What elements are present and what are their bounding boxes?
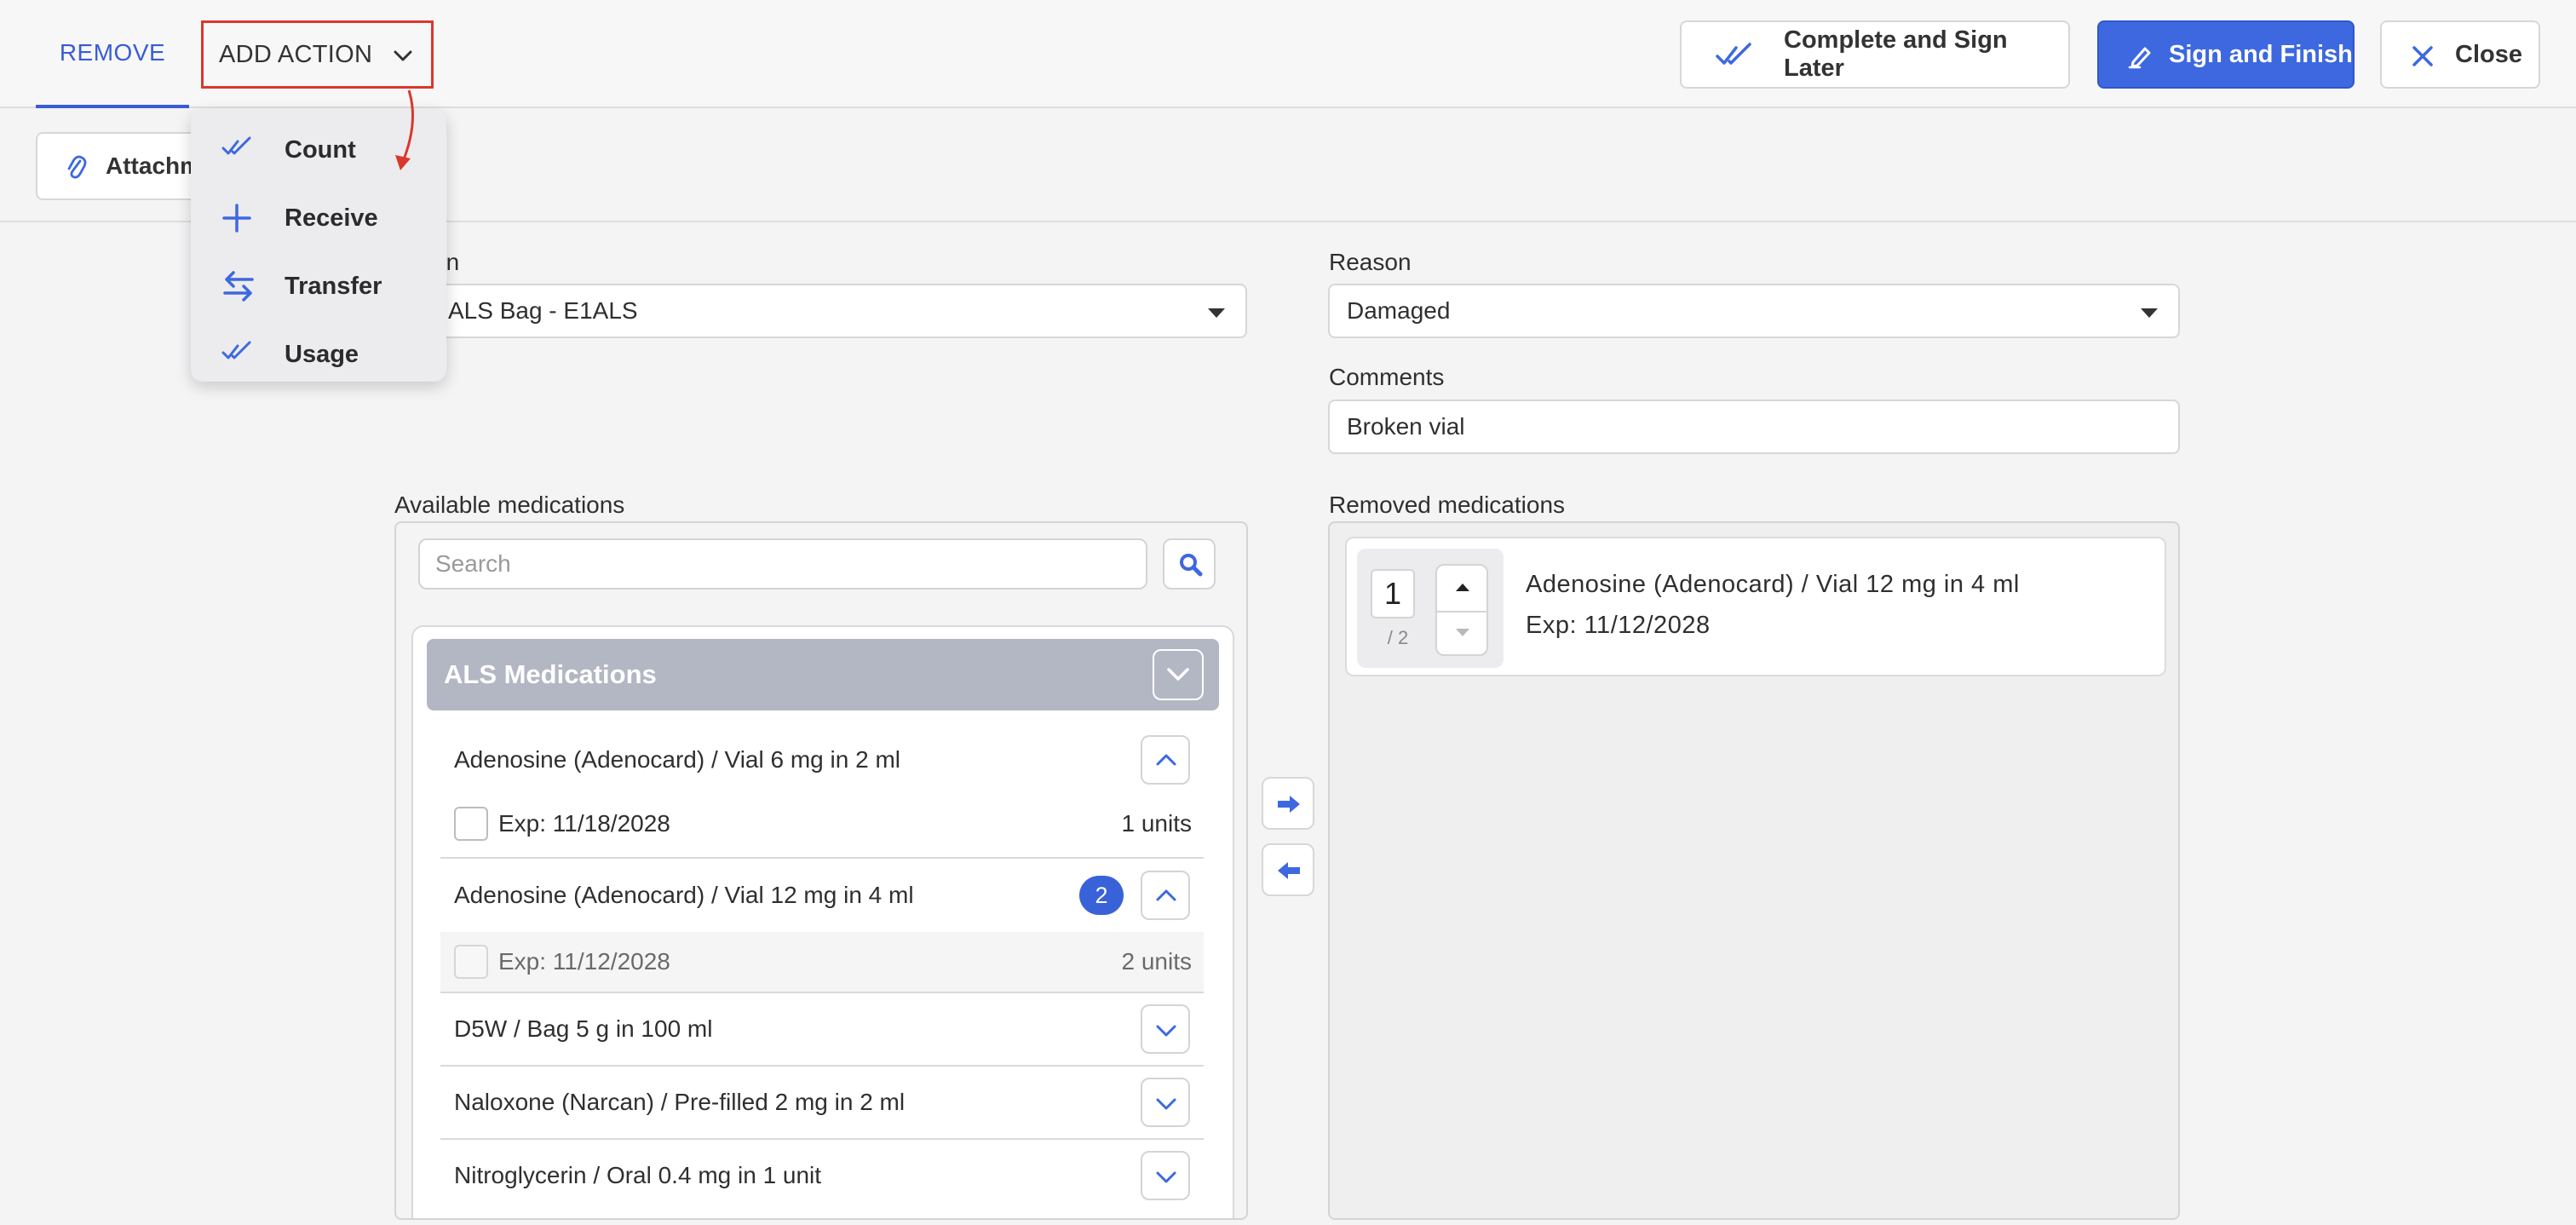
lot-expiration: Exp: 11/18/2028 [498,810,670,837]
quantity-spinner [1435,564,1488,656]
close-button[interactable]: Close [2380,20,2540,89]
chevron-down-icon [1155,1170,1177,1185]
reason-select[interactable]: Damaged [1328,284,2180,338]
medication-name: D5W / Bag 5 g in 100 ml [454,1015,713,1042]
plus-icon [221,203,252,233]
comments-label: Comments [1329,364,1445,390]
reason-label: Reason [1329,249,1412,275]
medication-list: ALS Medications Adenosine (Adenocard) / … [411,625,1234,1218]
complete-sign-later-label: Complete and Sign Later [1784,26,2008,82]
list-item[interactable]: Adenosine (Adenocard) / Vial 12 mg in 4 … [440,859,1204,932]
location-select[interactable]: ALS Bag - E1ALS [426,284,1247,338]
comments-value: Broken vial [1347,413,1465,440]
arrow-left-icon [1276,860,1302,882]
menu-item-receive[interactable]: Receive [191,184,446,252]
chevron-down-icon [1155,1096,1177,1112]
collapse-button[interactable] [1141,871,1190,920]
lot-checkbox [454,945,488,979]
chevron-up-icon [1155,752,1177,768]
search-input[interactable]: Search [418,538,1147,589]
group-collapse-button[interactable] [1153,649,1204,700]
annotation-arrow [395,89,414,170]
quantity-stepper: 1 / 2 [1357,549,1504,668]
menu-item-transfer[interactable]: Transfer [191,252,446,320]
lot-checkbox[interactable] [454,807,488,841]
double-check-icon [1716,43,1753,68]
quantity-max: / 2 [1387,627,1409,648]
medication-name: Nitroglycerin / Oral 0.4 mg in 1 unit [454,1162,822,1188]
expand-button[interactable] [1141,1078,1190,1127]
menu-item-label: Usage [285,340,359,368]
sign-and-finish-label: Sign and Finish [2169,40,2353,68]
list-item[interactable]: Nitroglycerin / Oral 0.4 mg in 1 unit [440,1140,1204,1211]
tab-remove[interactable]: REMOVE [36,0,189,108]
removed-medication-exp: Exp: 11/12/2028 [1526,612,1711,639]
location-value: ALS Bag - E1ALS [448,297,638,324]
lot-row[interactable]: Exp: 11/18/2028 1 units [440,794,1204,854]
medication-name: Naloxone (Narcan) / Pre-filled 2 mg in 2… [454,1089,906,1115]
complete-sign-later-button[interactable]: Complete and Sign Later [1680,20,2070,89]
menu-item-label: Transfer [285,272,382,300]
caret-down-icon [1208,308,1225,318]
available-medications-label: Available medications [394,492,625,518]
spinner-divider [1437,611,1486,612]
removed-medications-label: Removed medications [1329,492,1566,518]
increment-icon[interactable] [1454,581,1471,593]
attachments-button[interactable]: Attachm [36,132,206,200]
caret-down-icon [2141,308,2158,318]
removed-medications-panel: 1 / 2 Adenosine (Adenocard) / Vial 12 mg… [1328,521,2180,1220]
removed-item-card: 1 / 2 Adenosine (Adenocard) / Vial 12 mg… [1345,537,2166,676]
double-check-icon [221,136,252,158]
lot-row: Exp: 11/12/2028 2 units [440,932,1204,992]
list-item[interactable]: Adenosine (Adenocard) / Vial 6 mg in 2 m… [440,724,1204,796]
available-medications-panel: Search ALS Medications Adenosine (Adenoc… [394,521,1248,1220]
reason-value: Damaged [1347,297,1451,324]
attachments-label: Attachm [106,152,202,179]
search-placeholder: Search [435,550,511,577]
add-action-label: ADD ACTION [219,40,373,68]
menu-item-label: Count [285,135,356,164]
expand-button[interactable] [1141,1151,1190,1200]
collapse-button[interactable] [1141,735,1190,785]
double-check-icon [221,341,252,363]
list-item[interactable]: D5W / Bag 5 g in 100 ml [440,993,1204,1065]
move-left-button[interactable] [1262,843,1314,896]
close-label: Close [2455,40,2522,68]
lot-expiration: Exp: 11/12/2028 [498,948,670,975]
list-item[interactable]: Naloxone (Narcan) / Pre-filled 2 mg in 2… [440,1067,1204,1138]
paperclip-icon [66,154,87,181]
expand-button[interactable] [1141,1004,1190,1054]
search-icon [1178,552,1204,578]
selected-count-badge: 2 [1079,876,1124,915]
comments-input[interactable]: Broken vial [1328,400,2180,454]
move-right-button[interactable] [1262,777,1314,830]
chevron-down-icon [1155,1023,1177,1038]
search-button[interactable] [1163,538,1216,589]
sign-and-finish-button[interactable]: Sign and Finish [2097,20,2355,89]
group-title: ALS Medications [444,659,657,689]
add-action-dropdown[interactable]: ADD ACTION [201,20,434,89]
chevron-down-icon [392,45,414,67]
transfer-arrows-icon [221,269,256,303]
signature-pen-icon [2128,43,2153,69]
menu-item-label: Receive [285,204,378,232]
chevron-up-icon [1155,888,1177,903]
quantity-input[interactable]: 1 [1371,569,1415,618]
removed-medication-name: Adenosine (Adenocard) / Vial 12 mg in 4 … [1526,571,2020,598]
decrement-icon [1454,627,1471,639]
lot-units: 2 units [1121,948,1193,975]
medication-name: Adenosine (Adenocard) / Vial 6 mg in 2 m… [454,746,900,773]
menu-item-usage[interactable]: Usage [191,320,446,388]
chevron-down-icon [1165,664,1191,685]
close-icon [2411,44,2435,68]
arrow-right-icon [1276,793,1302,815]
group-header-als-medications[interactable]: ALS Medications [427,639,1219,710]
medication-name: Adenosine (Adenocard) / Vial 12 mg in 4 … [454,882,914,908]
lot-units: 1 units [1121,810,1193,837]
